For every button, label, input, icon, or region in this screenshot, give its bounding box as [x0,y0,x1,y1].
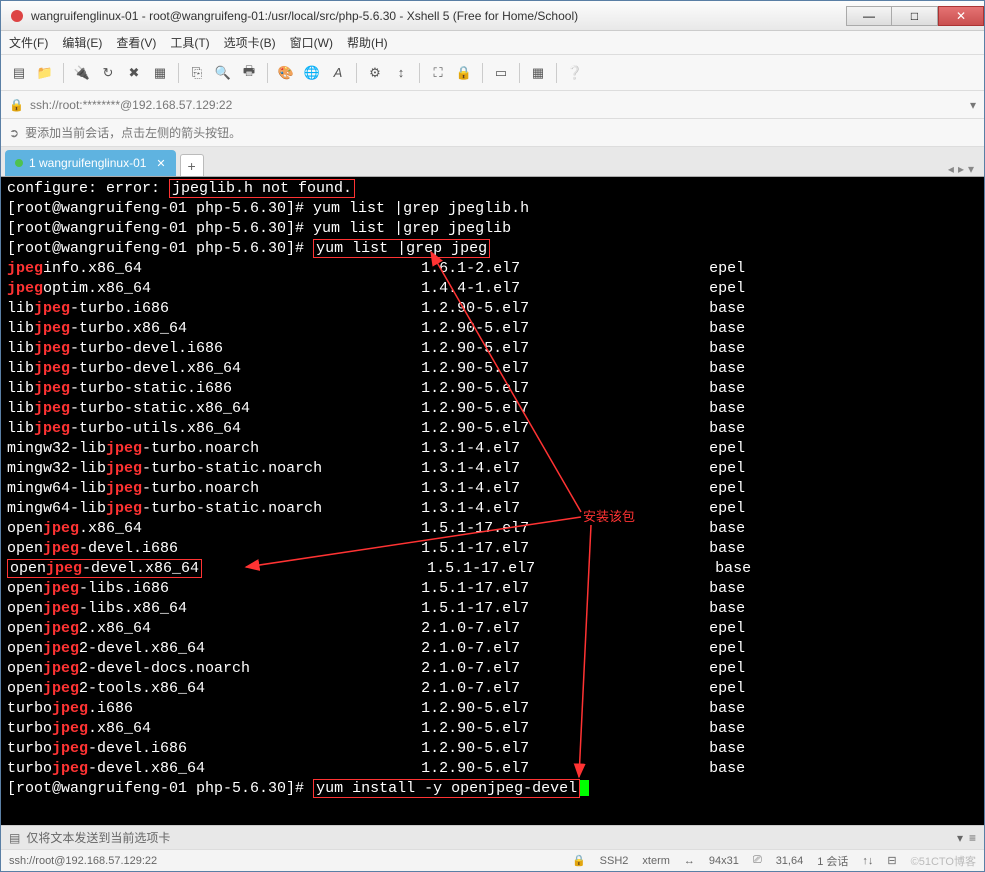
copy-icon[interactable]: ⎘ [187,63,207,83]
new-tab-button[interactable]: + [180,154,204,176]
status-size: 94x31 [709,855,739,867]
compose-icon[interactable]: ▭ [491,63,511,83]
watermark: ©51CTO博客 [911,853,976,869]
menu-help[interactable]: 帮助(H) [347,34,388,51]
reconnect-icon[interactable]: ↻ [98,63,118,83]
maximize-button[interactable]: □ [892,6,938,26]
app-icon [9,8,25,24]
annotation-label: 安装该包 [583,507,635,527]
tab-label: 1 wangruifenglinux-01 [29,156,146,170]
globe-icon[interactable]: 🌐 [302,63,322,83]
minimize-button[interactable]: — [846,6,892,26]
status-pos-icon: ⎚ [753,854,762,867]
compose-text: 仅将文本发送到当前选项卡 [26,829,951,846]
fullscreen-icon[interactable]: ⛶ [428,63,448,83]
script-icon[interactable]: ⚙ [365,63,385,83]
window-title: wangruifenglinux-01 - root@wangruifeng-0… [31,9,846,23]
tab-strip: 1 wangruifenglinux-01 ✕ + ◂ ▸ ▾ [1,147,984,177]
color-icon[interactable]: 🎨 [276,63,296,83]
status-conn-icon: ↑↓ [862,855,873,867]
status-ssh-icon: 🔒 [572,854,586,867]
status-sess: 1 会话 [817,853,848,869]
addr-lock-icon: 🔒 [9,98,24,112]
compose-dropdown-icon[interactable]: ▾ [957,831,963,845]
open-icon[interactable]: 📁 [35,63,55,83]
addr-dropdown-icon[interactable]: ▾ [970,98,976,112]
info-arrow-icon[interactable]: ➲ [9,126,19,140]
menu-edit[interactable]: 编辑(E) [62,34,102,51]
menu-file[interactable]: 文件(F) [9,34,48,51]
tab-close-icon[interactable]: ✕ [156,157,165,170]
status-bar: ssh://root@192.168.57.129:22 🔒 SSH2 xter… [1,849,984,871]
compose-bar: ▤ 仅将文本发送到当前选项卡 ▾ ≡ [1,825,984,849]
status-cap-icon: ⊟ [887,854,896,867]
tab-next-icon[interactable]: ▸ [958,162,964,176]
title-bar[interactable]: wangruifenglinux-01 - root@wangruifeng-0… [1,1,984,31]
address-text[interactable]: ssh://root:********@192.168.57.129:22 [30,98,964,112]
status-pos: 31,64 [776,855,804,867]
help-icon[interactable]: ❔ [565,63,585,83]
menu-view[interactable]: 查看(V) [116,34,156,51]
address-bar: 🔒 ssh://root:********@192.168.57.129:22 … [1,91,984,119]
menu-tools[interactable]: 工具(T) [170,34,209,51]
properties-icon[interactable]: ▦ [150,63,170,83]
terminal[interactable]: configure: error: jpeglib.h not found. [… [1,177,984,825]
annotation-arrows [1,177,971,797]
window-buttons: — □ ✕ [846,6,984,26]
app-window: wangruifenglinux-01 - root@wangruifeng-0… [0,0,985,872]
disconnect-icon[interactable]: ✖ [124,63,144,83]
search-icon[interactable]: 🔍 [213,63,233,83]
session-tab[interactable]: 1 wangruifenglinux-01 ✕ [5,150,176,176]
lock-icon[interactable]: 🔒 [454,63,474,83]
connect-icon[interactable]: 🔌 [72,63,92,83]
status-address: ssh://root@192.168.57.129:22 [9,855,157,867]
tab-list-icon[interactable]: ▾ [968,162,974,176]
menu-window[interactable]: 窗口(W) [290,34,333,51]
tab-nav: ◂ ▸ ▾ [948,162,980,176]
info-bar: ➲ 要添加当前会话，点击左侧的箭头按钮。 [1,119,984,147]
new-session-icon[interactable]: ▤ [9,63,29,83]
print-icon[interactable]: 🖶 [239,63,259,83]
font-icon[interactable]: A [328,63,348,83]
info-text: 要添加当前会话，点击左侧的箭头按钮。 [25,124,241,141]
status-term: xterm [642,855,670,867]
menu-opt[interactable]: 选项卡(B) [224,34,276,51]
menu-bar: 文件(F) 编辑(E) 查看(V) 工具(T) 选项卡(B) 窗口(W) 帮助(… [1,31,984,55]
tab-prev-icon[interactable]: ◂ [948,162,954,176]
tab-status-icon [15,159,23,167]
status-size-icon: ↔ [684,855,695,867]
close-button[interactable]: ✕ [938,6,984,26]
tile-icon[interactable]: ▦ [528,63,548,83]
compose-icon[interactable]: ▤ [9,831,20,845]
tool-bar: ▤ 📁 🔌 ↻ ✖ ▦ ⎘ 🔍 🖶 🎨 🌐 A ⚙ ↕ ⛶ 🔒 ▭ ▦ ❔ [1,55,984,91]
xftp-icon[interactable]: ↕ [391,63,411,83]
status-ssh: SSH2 [600,855,629,867]
compose-menu-icon[interactable]: ≡ [969,831,976,845]
